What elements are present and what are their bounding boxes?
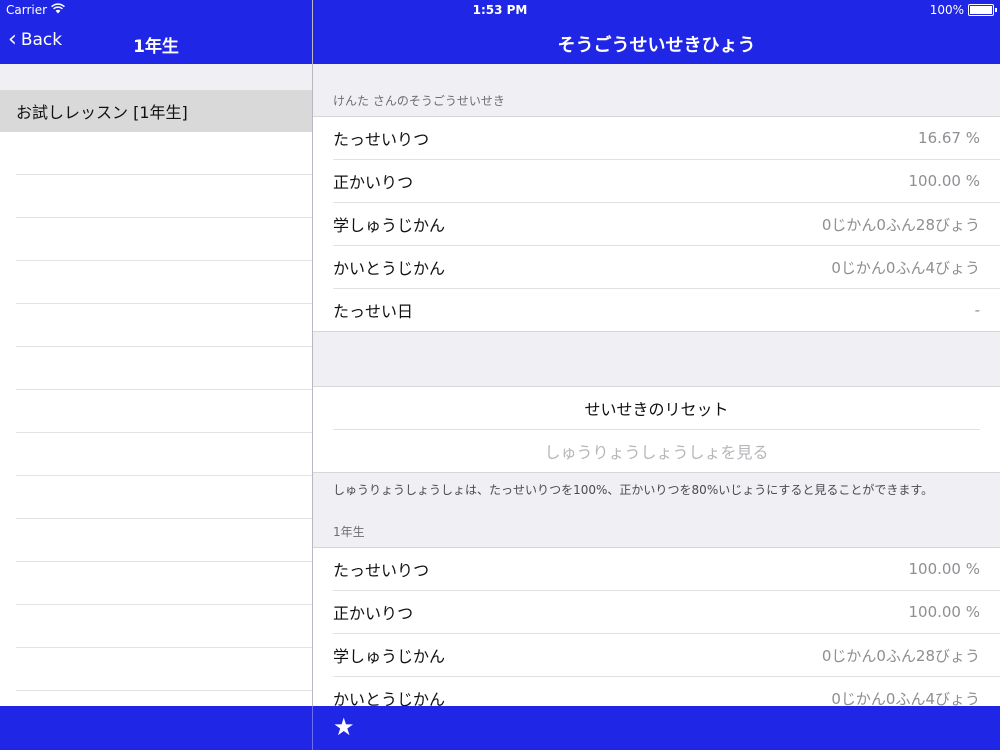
left-pane: ‹ Back 1年生 お試しレッスン [1年生]: [0, 0, 312, 750]
battery-percent: 100%: [929, 3, 964, 17]
row-value: 0じかん0ふん28びょう: [821, 646, 980, 665]
lesson-item-trial[interactable]: お試しレッスン [1年生]: [0, 90, 312, 132]
list-item: [16, 390, 312, 433]
row-label: たっせいりつ: [333, 130, 430, 149]
page-title: そうごうせいせきひょう: [557, 35, 756, 56]
grade-results-group: たっせいりつ 100.00 % 正かいりつ 100.00 % 学しゅうじかん 0じかん…: [313, 547, 1000, 706]
left-nav-title: 1年生: [133, 37, 179, 57]
table-row: たっせいりつ 16.67 %: [333, 117, 1000, 160]
tab-bar-divider: [312, 706, 313, 750]
lesson-list: お試しレッスン [1年生]: [0, 90, 312, 691]
table-row: 正かいりつ 100.00 %: [333, 160, 1000, 203]
table-row: 学しゅうじかん 0じかん0ふん28びょう: [333, 634, 1000, 677]
row-value: 16.67 %: [918, 129, 980, 147]
tab-bar: ★: [0, 706, 1000, 750]
row-label: たっせいりつ: [333, 561, 430, 580]
battery-icon: [968, 4, 997, 16]
right-pane: そうごうせいせきひょう けんた さんのそうごうせいせき たっせいりつ 16.67 …: [313, 0, 1000, 750]
view-certificate-button[interactable]: しゅうりょうしょうしょを見る: [333, 430, 980, 472]
overall-section-header: けんた さんのそうごうせいせき: [333, 94, 505, 108]
right-navigation-bar: そうごうせいせきひょう: [313, 20, 1000, 64]
list-item: [16, 347, 312, 390]
row-value: 0じかん0ふん4びょう: [831, 689, 980, 707]
row-label: 学しゅうじかん: [333, 647, 446, 666]
list-item: [16, 519, 312, 562]
list-item: [16, 261, 312, 304]
lesson-item-label: お試しレッスン [1年生]: [16, 103, 188, 122]
table-row: たっせい日 -: [333, 289, 1000, 331]
status-bar: Carrier 1:53 PM 100%: [0, 0, 1000, 20]
reset-results-button[interactable]: せいせきのリセット: [333, 387, 980, 430]
star-icon[interactable]: ★: [333, 715, 355, 739]
row-value: 0じかん0ふん4びょう: [831, 258, 980, 277]
row-value: -: [974, 301, 980, 319]
grade-section-header: 1年生: [333, 525, 365, 539]
left-list-header-gap: [0, 64, 312, 90]
results-table[interactable]: けんた さんのそうごうせいせき たっせいりつ 16.67 % 正かいりつ 100.0…: [313, 64, 1000, 706]
row-value: 0じかん0ふん28びょう: [821, 215, 980, 234]
row-label: かいとうじかん: [333, 259, 446, 278]
table-row: 学しゅうじかん 0じかん0ふん28びょう: [333, 203, 1000, 246]
list-item: [16, 605, 312, 648]
certificate-note: しゅうりょうしょうしょは、たっせいりつを100%、正かいりつを80%いじょうにす…: [333, 483, 934, 497]
row-value: 100.00 %: [908, 560, 980, 578]
list-item: [16, 648, 312, 691]
row-value: 100.00 %: [908, 172, 980, 190]
status-time: 1:53 PM: [472, 3, 528, 17]
list-item: [16, 132, 312, 175]
table-row: かいとうじかん 0じかん0ふん4びょう: [333, 246, 1000, 289]
actions-group: せいせきのリセット しゅうりょうしょうしょを見る: [313, 386, 1000, 473]
list-item: [16, 433, 312, 476]
overall-results-group: たっせいりつ 16.67 % 正かいりつ 100.00 % 学しゅうじかん 0じかん0…: [313, 116, 1000, 332]
table-row: かいとうじかん 0じかん0ふん4びょう: [333, 677, 1000, 707]
list-item: [16, 304, 312, 347]
row-label: 学しゅうじかん: [333, 216, 446, 235]
row-label: 正かいりつ: [333, 604, 414, 623]
list-item: [16, 476, 312, 519]
row-value: 100.00 %: [908, 603, 980, 621]
row-label: たっせい日: [333, 302, 414, 321]
row-label: 正かいりつ: [333, 173, 414, 192]
table-row: 正かいりつ 100.00 %: [333, 591, 1000, 634]
list-item: [16, 562, 312, 605]
list-item: [16, 218, 312, 261]
table-row: たっせいりつ 100.00 %: [333, 548, 1000, 591]
list-item: [16, 175, 312, 218]
left-navigation-bar: ‹ Back 1年生: [0, 20, 312, 64]
row-label: かいとうじかん: [333, 690, 446, 706]
